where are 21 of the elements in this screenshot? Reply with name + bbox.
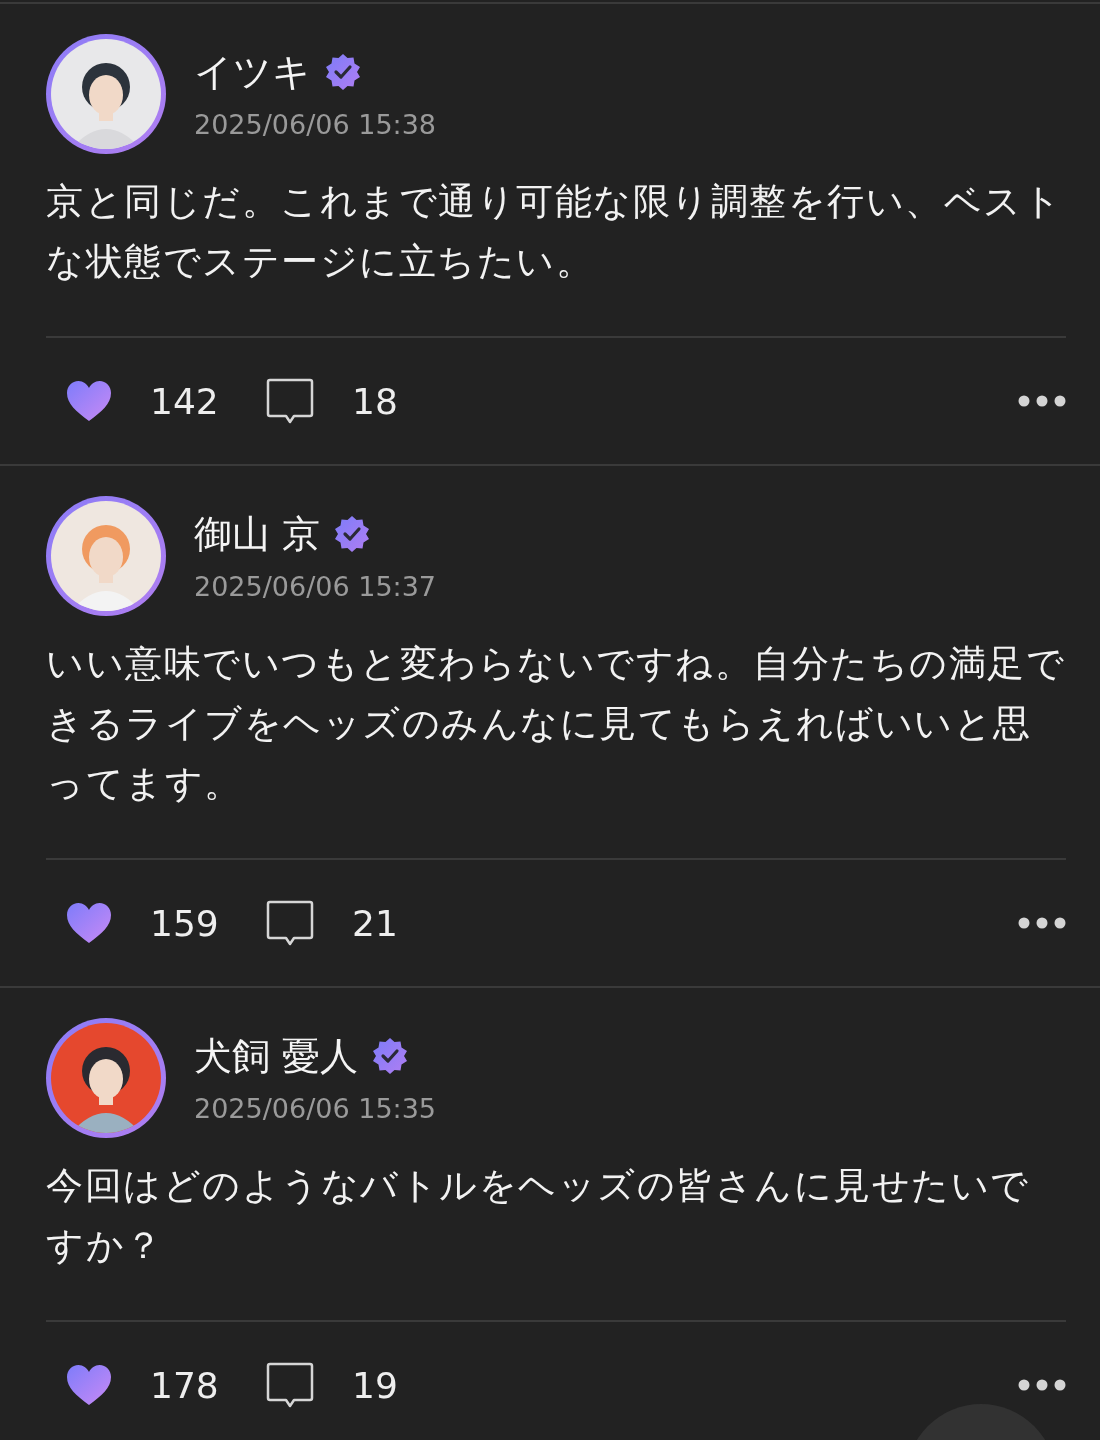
post-text: 京と同じだ。これまで通り可能な限り調整を行い、ベストな状態でステージに立ちたい。 (46, 179, 1063, 285)
post-time: 2025/06/06 15:38 (194, 108, 436, 140)
like-count: 142 (150, 380, 220, 422)
comment-count: 18 (352, 380, 399, 422)
like-count: 159 (150, 902, 220, 944)
like-count: 178 (150, 1364, 220, 1406)
post-text: いい意味でいつもと変わらないですね。自分たちの満足できるライブをヘッズのみんなに見てもらえればいいと思ってます。 (46, 641, 1066, 807)
post-time: 2025/06/06 15:37 (194, 570, 436, 602)
comment-count: 21 (352, 902, 399, 944)
comment-button[interactable] (266, 1362, 314, 1408)
like-button[interactable] (66, 902, 112, 944)
like-button[interactable] (66, 1364, 112, 1406)
comment-count: 19 (352, 1364, 399, 1406)
like-button[interactable] (66, 380, 112, 422)
author-name: 御山 京 (194, 510, 321, 557)
author-name: イツキ (194, 48, 311, 95)
comment-button[interactable] (266, 378, 314, 424)
post-text: 今回はどのようなバトルをヘッズの皆さんに見せたいですか？ (46, 1163, 1031, 1269)
author-name: 犬飼 憂人 (194, 1032, 359, 1079)
post-time: 2025/06/06 15:35 (194, 1092, 436, 1124)
comment-button[interactable] (266, 900, 314, 946)
